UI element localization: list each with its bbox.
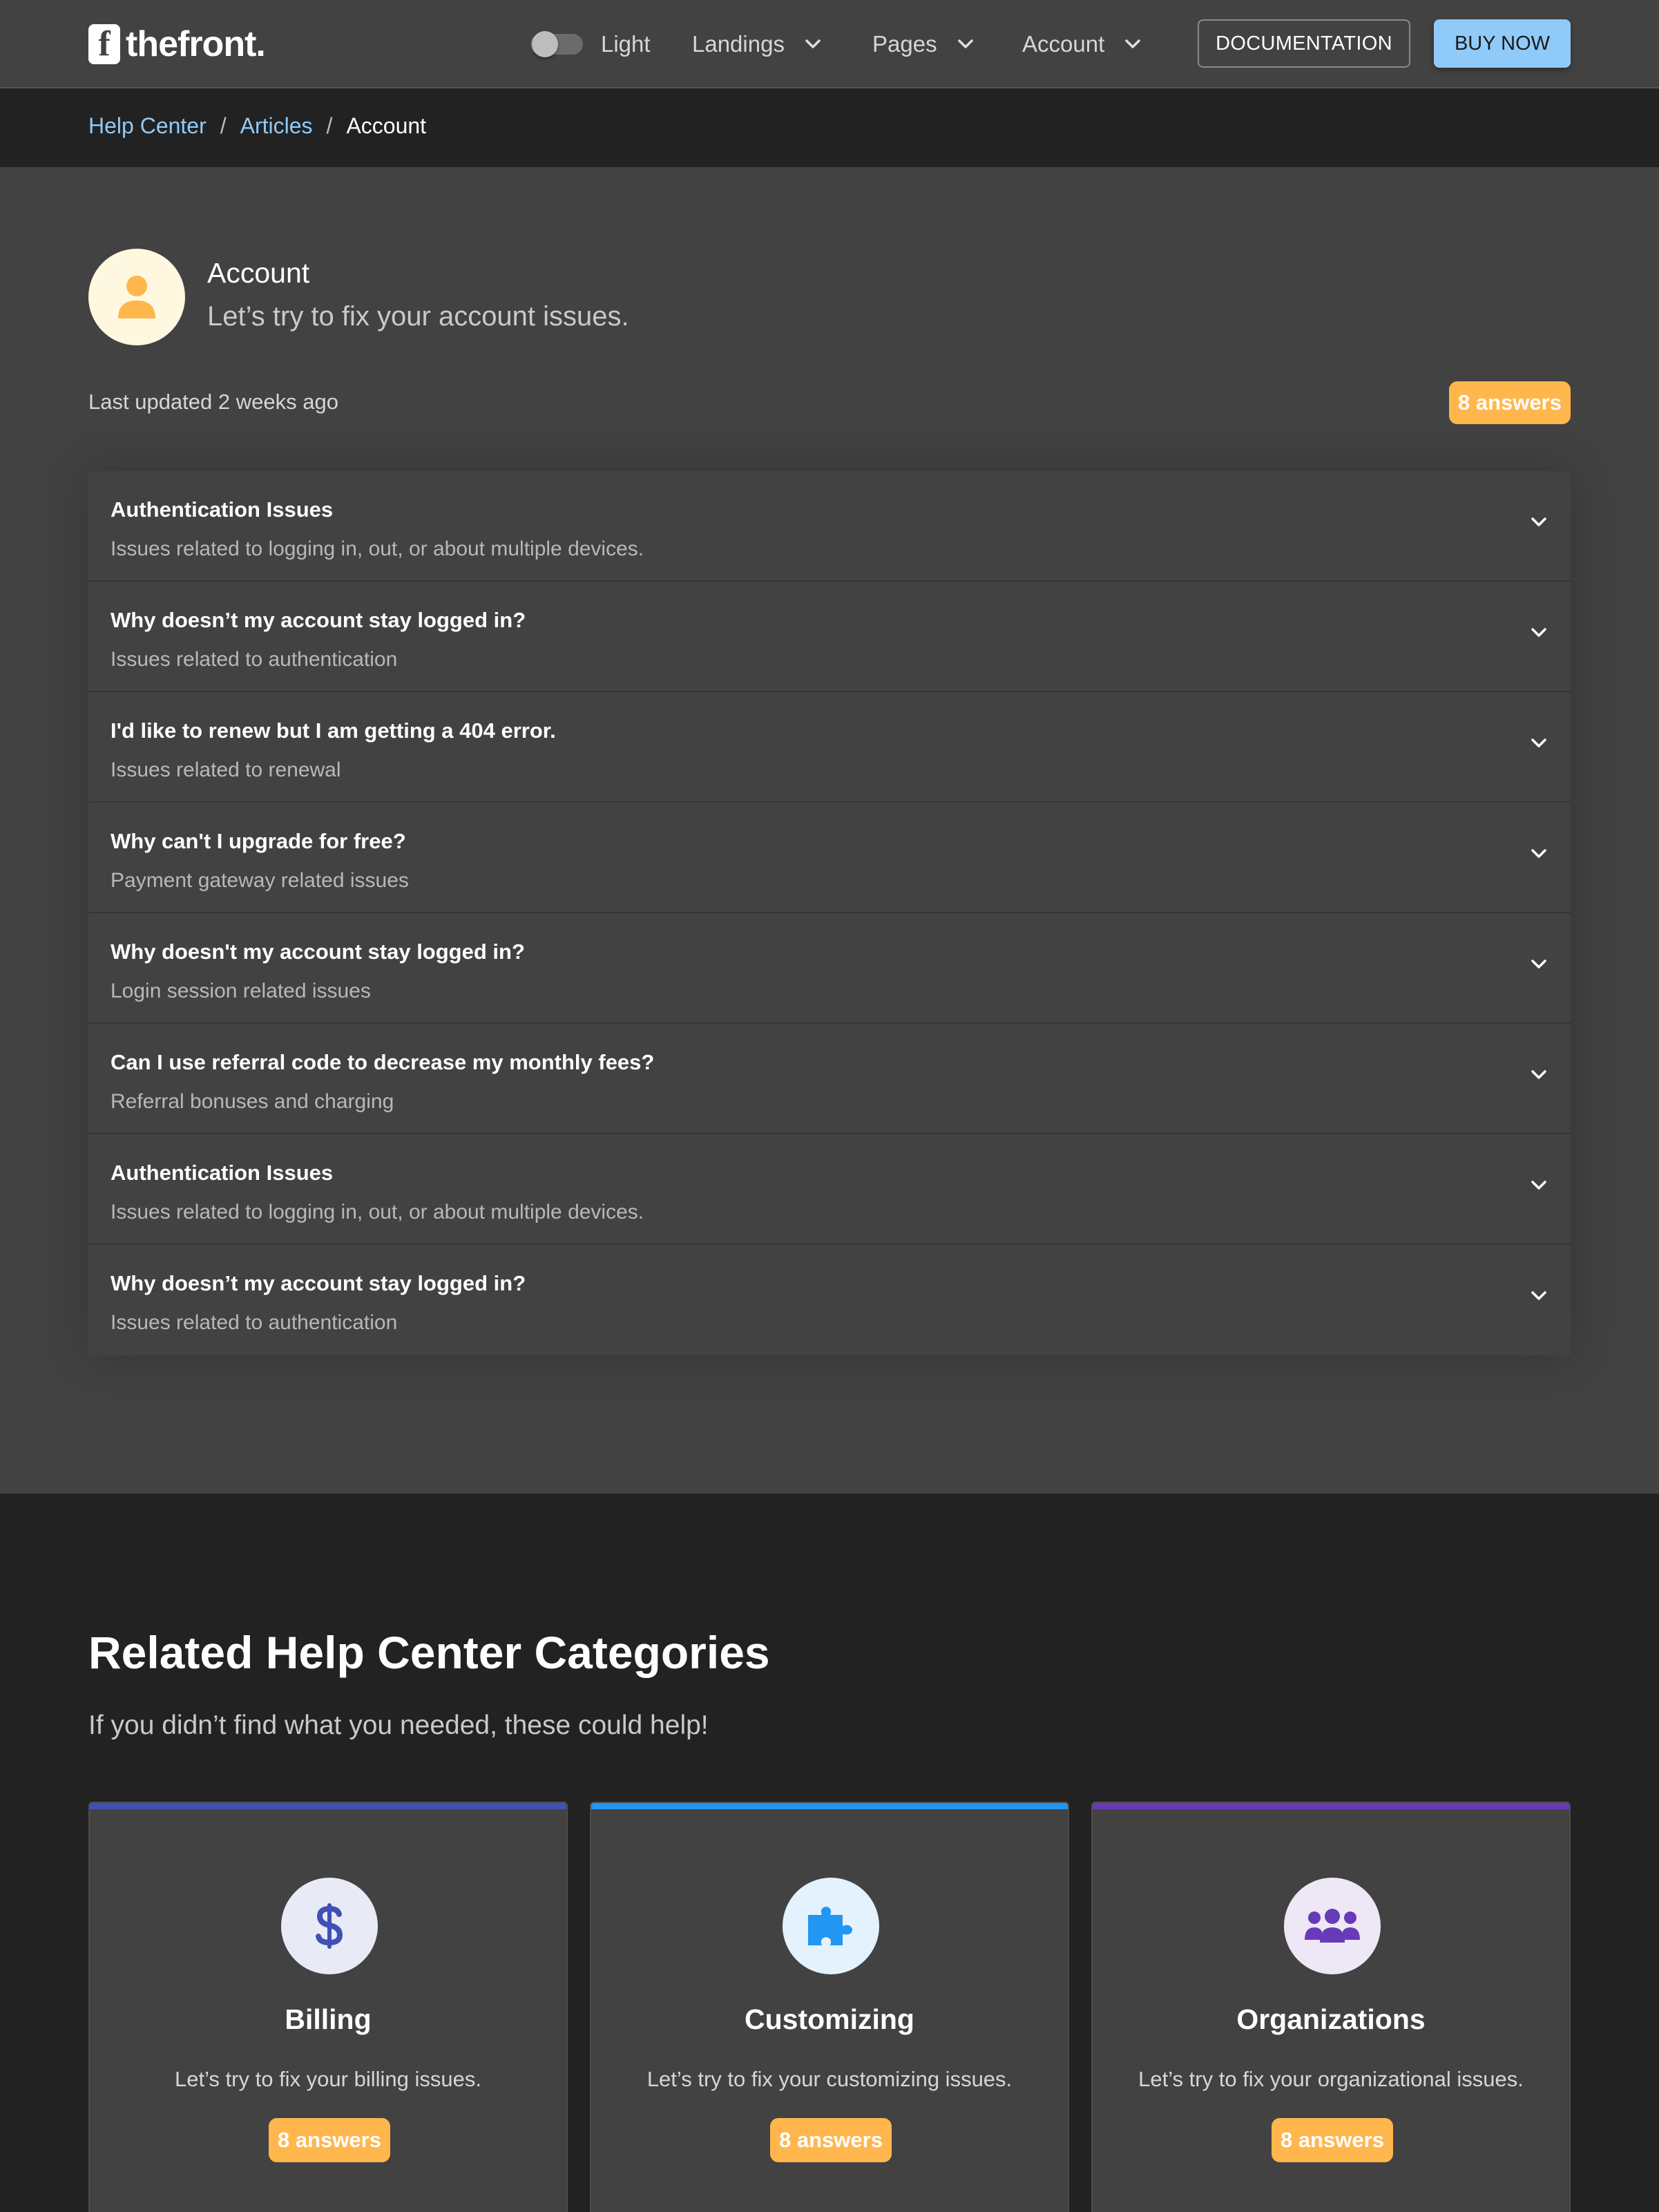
expand-chevron-icon[interactable]	[1531, 959, 1547, 973]
chevron-down-icon	[957, 39, 973, 49]
toggle-knob	[532, 31, 558, 57]
buy-now-button[interactable]: BUY NOW	[1434, 19, 1571, 68]
user-icon	[118, 276, 155, 318]
breadcrumb-articles[interactable]: Articles	[240, 113, 313, 139]
faq-subtitle: Issues related to authentication	[111, 648, 398, 671]
card-accent-bar	[591, 1803, 1068, 1809]
documentation-button[interactable]: DOCUMENTATION	[1198, 19, 1410, 68]
answers-badge: 8 answers	[1449, 381, 1571, 424]
card-title: Organizations	[1236, 2003, 1426, 2035]
card-accent-bar	[1093, 1803, 1569, 1809]
dollar-icon	[316, 1903, 343, 1949]
faq-question: Authentication Issues	[111, 1161, 334, 1185]
faq-subtitle: Referral bonuses and charging	[111, 1090, 394, 1113]
top-navbar: f thefront. Light Landings Pages Account…	[0, 0, 1659, 88]
card-icon-circle	[281, 1878, 378, 1974]
logo-mark: f	[88, 24, 120, 64]
faq-subtitle: Issues related to authentication	[111, 1311, 398, 1334]
last-updated: Last updated 2 weeks ago	[88, 390, 338, 414]
chevron-down-icon	[805, 39, 821, 49]
nav-account-label: Account	[1022, 31, 1105, 57]
category-card-customizing[interactable]: Customizing Let’s try to fix your custom…	[590, 1802, 1069, 2212]
faq-subtitle: Issues related to renewal	[111, 759, 341, 781]
breadcrumb-separator: /	[326, 113, 333, 138]
answers-badge: 8 answers	[770, 2118, 892, 2162]
nav-landings[interactable]: Landings	[692, 28, 821, 61]
faq-question: I'd like to renew but I am getting a 404…	[111, 718, 556, 743]
chevron-down-icon	[1125, 39, 1140, 49]
nav-pages-label: Pages	[872, 31, 937, 57]
card-icon-circle	[783, 1878, 879, 1974]
expand-chevron-icon[interactable]	[1531, 848, 1547, 863]
faq-list: Authentication Issues Issues related to …	[88, 471, 1571, 1355]
faq-question: Why doesn’t my account stay logged in?	[111, 1271, 526, 1295]
card-description: Let’s try to fix your billing issues.	[175, 2067, 481, 2091]
nav-pages[interactable]: Pages	[872, 28, 973, 61]
nav-landings-label: Landings	[692, 31, 785, 57]
related-section-subtitle: If you didn’t find what you needed, thes…	[88, 1710, 709, 1740]
expand-chevron-icon[interactable]	[1531, 738, 1547, 752]
nav-account[interactable]: Account	[1022, 28, 1140, 61]
faq-item[interactable]: Why can't I upgrade for free? Payment ga…	[88, 803, 1571, 913]
faq-subtitle: Payment gateway related issues	[111, 869, 409, 892]
group-icon	[1305, 1909, 1360, 1943]
topic-section: Account Let’s try to fix your account is…	[0, 167, 1659, 1494]
card-icon-circle	[1284, 1878, 1381, 1974]
topic-avatar	[88, 249, 185, 345]
category-card-organizations[interactable]: Organizations Let’s try to fix your orga…	[1091, 1802, 1571, 2212]
logo-text: thefront.	[126, 24, 266, 64]
theme-toggle[interactable]: Light	[530, 28, 651, 61]
card-title: Customizing	[745, 2003, 914, 2035]
faq-question: Can I use referral code to decrease my m…	[111, 1050, 655, 1074]
faq-item[interactable]: Why doesn’t my account stay logged in? I…	[88, 582, 1571, 692]
faq-subtitle: Issues related to logging in, out, or ab…	[111, 1201, 644, 1223]
puzzle-icon	[808, 1907, 852, 1945]
expand-chevron-icon[interactable]	[1531, 1180, 1547, 1194]
card-description: Let’s try to fix your customizing issues…	[646, 2067, 1013, 2091]
answers-badge: 8 answers	[1272, 2118, 1393, 2162]
answers-badge: 8 answers	[269, 2118, 390, 2162]
expand-chevron-icon[interactable]	[1531, 1290, 1547, 1305]
expand-chevron-icon[interactable]	[1531, 1069, 1547, 1084]
theme-toggle-label: Light	[601, 31, 651, 57]
logo[interactable]: f thefront.	[88, 23, 266, 65]
expand-chevron-icon[interactable]	[1531, 517, 1547, 531]
breadcrumb-separator: /	[220, 113, 227, 138]
breadcrumb: Help Center / Articles / Account	[88, 113, 426, 139]
card-title: Billing	[285, 2003, 372, 2035]
faq-item[interactable]: Can I use referral code to decrease my m…	[88, 1024, 1571, 1134]
card-description: Let’s try to fix your organizational iss…	[1138, 2067, 1524, 2091]
faq-question: Why doesn’t my account stay logged in?	[111, 608, 526, 632]
faq-question: Why can't I upgrade for free?	[111, 829, 406, 853]
related-section-title: Related Help Center Categories	[88, 1627, 770, 1678]
faq-item[interactable]: I'd like to renew but I am getting a 404…	[88, 692, 1571, 803]
faq-item[interactable]: Why doesn’t my account stay logged in? I…	[88, 1245, 1571, 1355]
category-card-billing[interactable]: Billing Let’s try to fix your billing is…	[88, 1802, 568, 2212]
breadcrumb-help-center[interactable]: Help Center	[88, 113, 207, 139]
faq-item[interactable]: Authentication Issues Issues related to …	[88, 471, 1571, 582]
faq-subtitle: Issues related to logging in, out, or ab…	[111, 537, 644, 560]
faq-item[interactable]: Authentication Issues Issues related to …	[88, 1134, 1571, 1245]
breadcrumb-current: Account	[346, 113, 427, 138]
page-subtitle: Let’s try to fix your account issues.	[207, 301, 629, 332]
breadcrumb-bar: Help Center / Articles / Account	[0, 88, 1659, 167]
page-title: Account	[207, 257, 310, 289]
faq-question: Authentication Issues	[111, 497, 334, 522]
expand-chevron-icon[interactable]	[1531, 627, 1547, 642]
toggle-switch[interactable]	[530, 31, 583, 57]
faq-item[interactable]: Why doesn't my account stay logged in? L…	[88, 913, 1571, 1024]
card-accent-bar	[90, 1803, 566, 1809]
faq-subtitle: Login session related issues	[111, 980, 371, 1002]
faq-question: Why doesn't my account stay logged in?	[111, 940, 525, 964]
